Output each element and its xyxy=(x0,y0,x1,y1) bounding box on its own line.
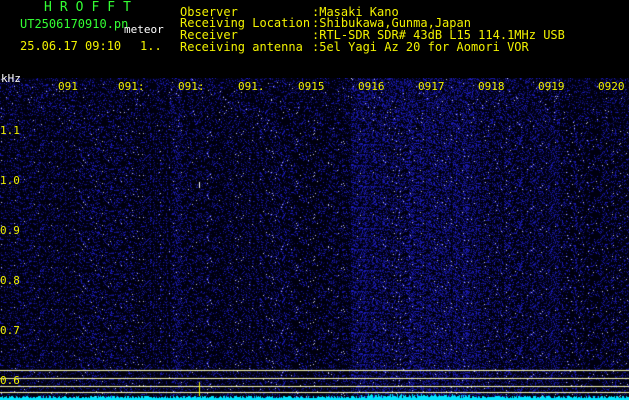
frequency-unit-label: kHz xyxy=(1,72,21,85)
info-value-antenna: :5el Yagi Az 20 for Aomori VOR xyxy=(312,40,529,54)
frequency-tick-label: 0.8 xyxy=(0,274,20,287)
time-tick-label: 0916 xyxy=(358,80,385,93)
frequency-tick-label: 0.9 xyxy=(0,224,20,237)
time-tick-label: 091 xyxy=(58,80,78,93)
frequency-tick-label: 1.0 xyxy=(0,174,20,187)
marker-text: 1.. xyxy=(140,39,162,53)
frequency-tick-label: 0.6 xyxy=(0,374,20,387)
frequency-tick-label: 1.1 xyxy=(0,124,20,137)
timestamp: 25.06.17 09:10 xyxy=(20,39,122,53)
info-label-antenna: Receiving antenna xyxy=(180,40,303,54)
header-panel: HROFFT UT2506170910.pn meteor 25.06.17 0… xyxy=(0,0,629,78)
time-tick-label: 091: xyxy=(178,80,205,93)
time-tick-label: 0919 xyxy=(538,80,565,93)
time-tick-label: 0918 xyxy=(478,80,505,93)
time-tick-label: 0917 xyxy=(418,80,445,93)
spectrogram-canvas xyxy=(0,78,629,400)
time-tick-label: 0915 xyxy=(298,80,325,93)
file-type: meteor xyxy=(124,23,164,36)
file-name: UT2506170910.pn xyxy=(20,17,129,31)
time-tick-label: 0920 xyxy=(598,80,625,93)
time-tick-label: 091: xyxy=(118,80,145,93)
frequency-tick-label: 0.7 xyxy=(0,324,20,337)
time-tick-label: 091. xyxy=(238,80,265,93)
brand-title: HROFFT xyxy=(44,0,139,15)
